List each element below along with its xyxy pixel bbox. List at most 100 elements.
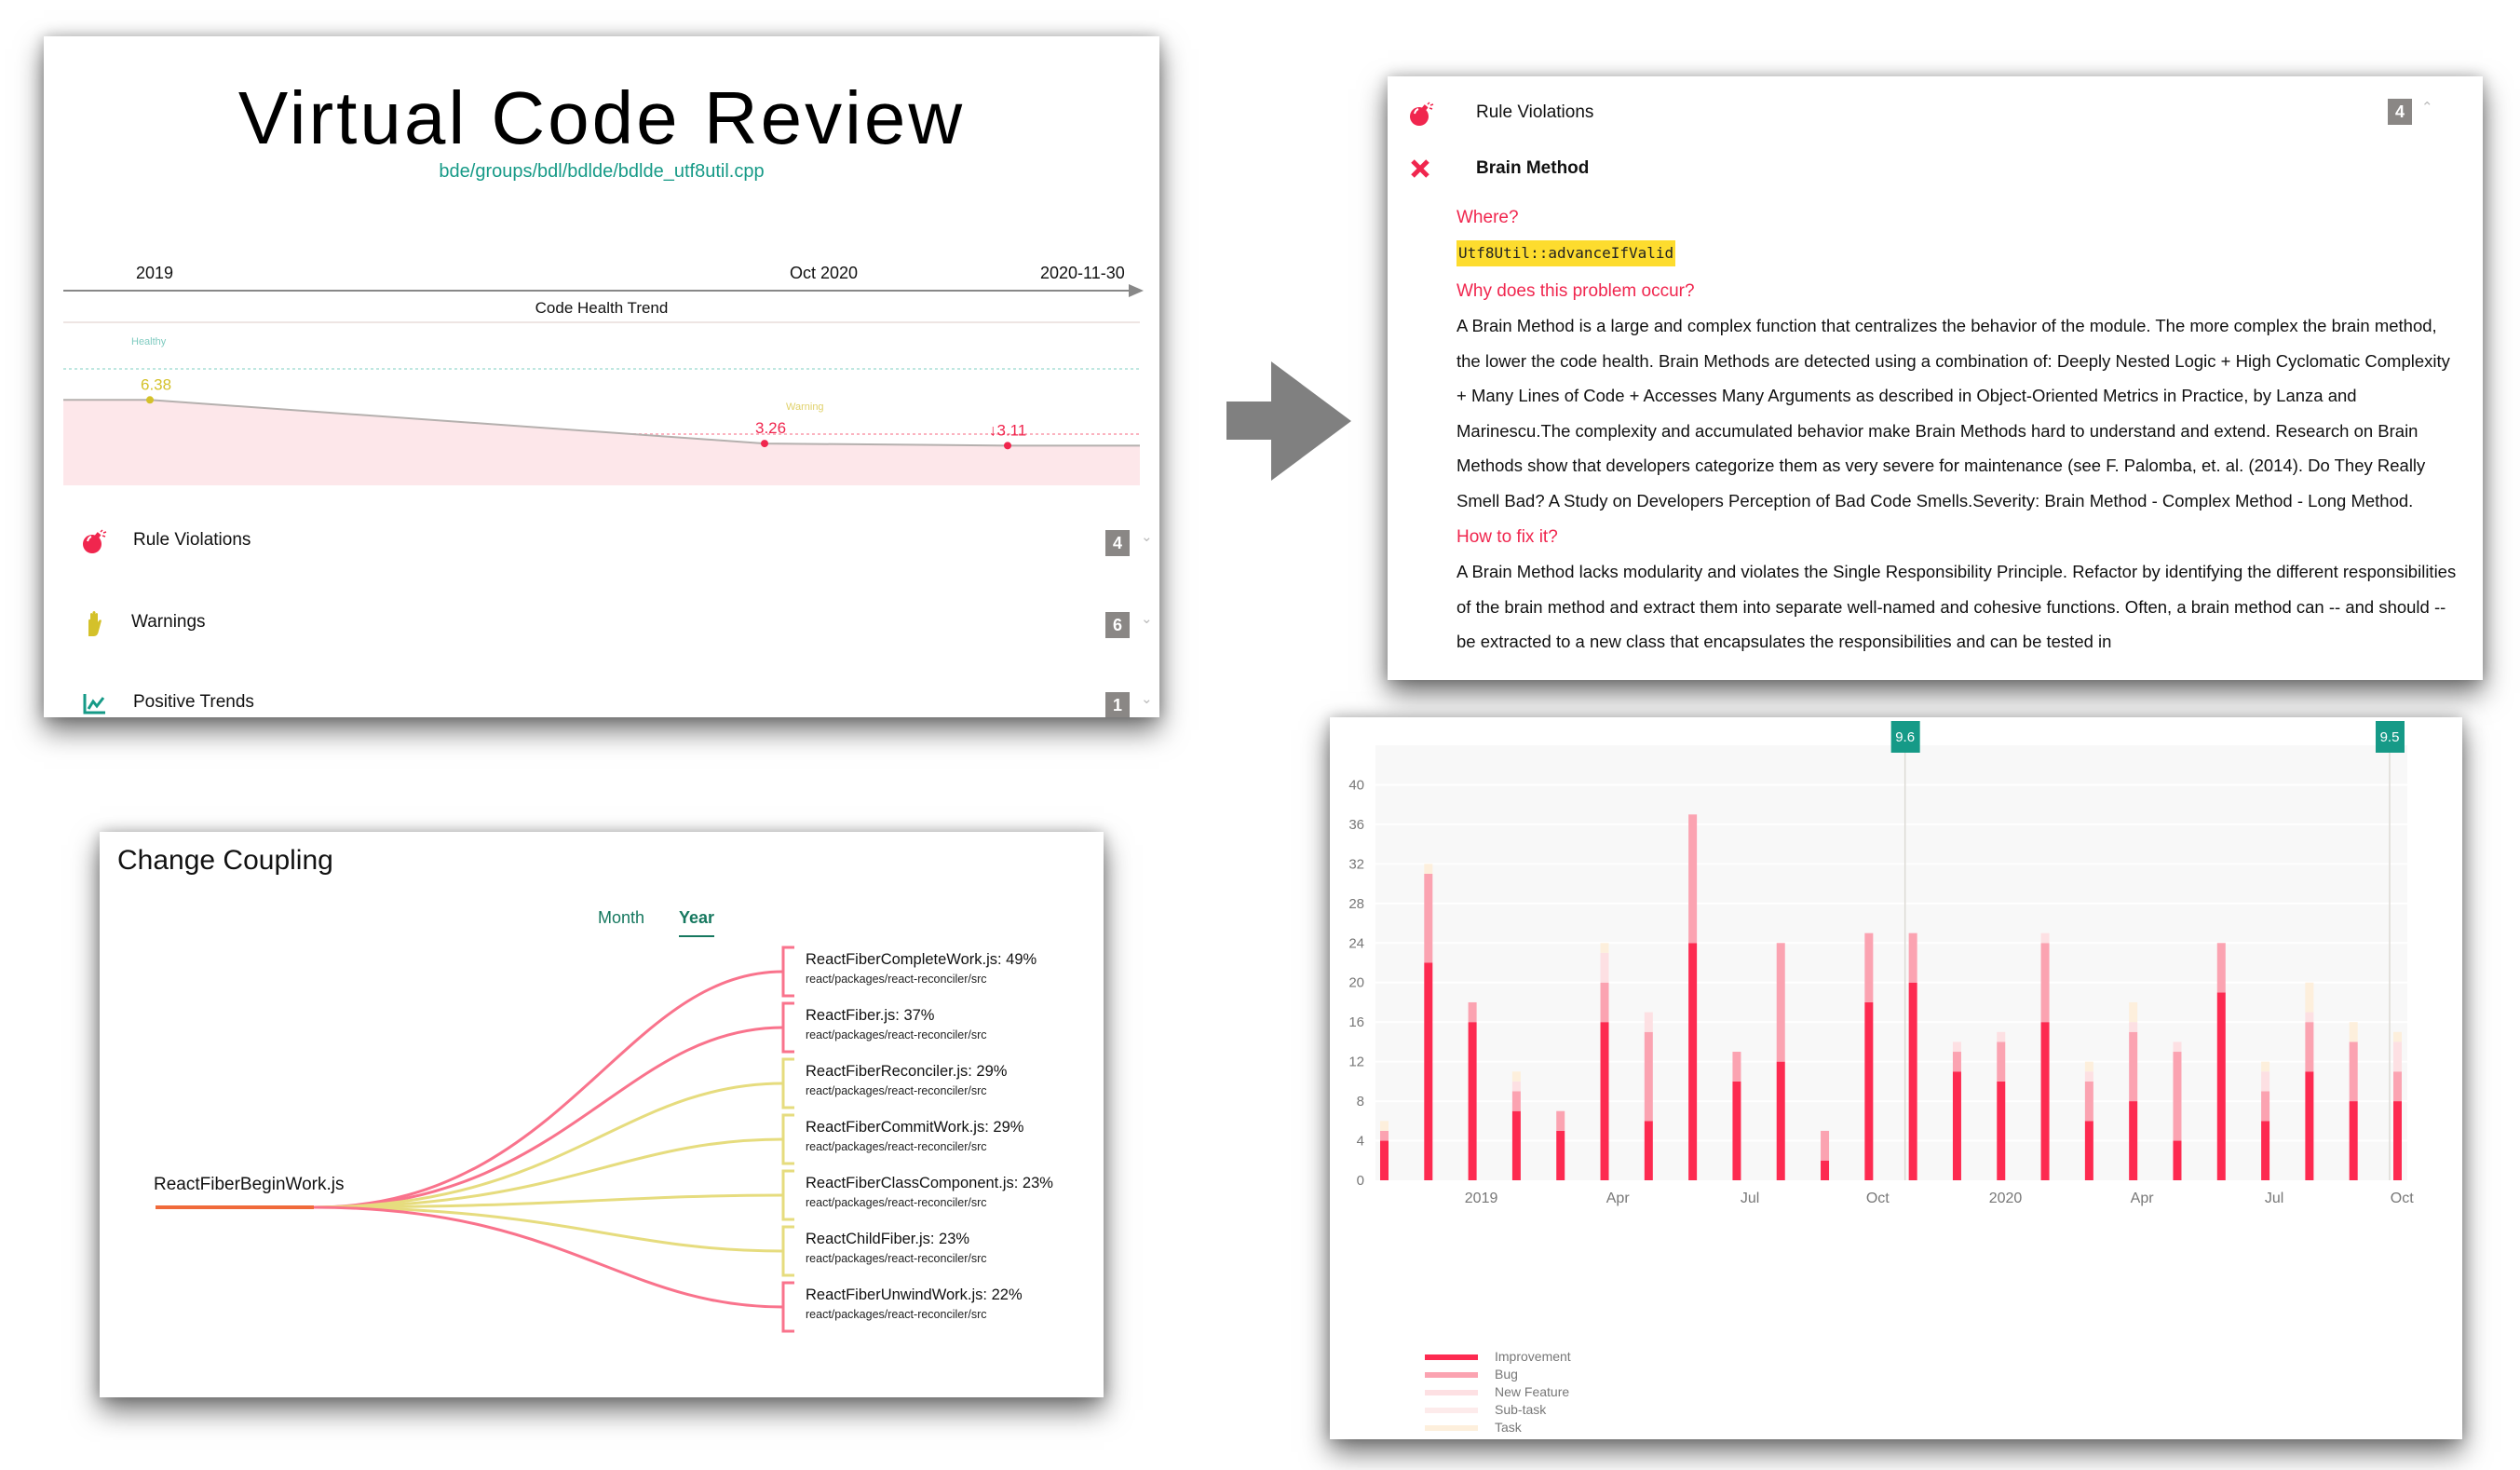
bar-segment-new-feature[interactable] [1644, 1012, 1653, 1032]
coupled-file[interactable]: ReactFiberCommitWork.js: 29% react/packag… [806, 1117, 1094, 1156]
coupling-bracket [781, 1281, 794, 1333]
coupled-file[interactable]: ReactFiberReconciler.js: 29% react/packag… [806, 1061, 1094, 1100]
bar-segment-new-feature[interactable] [2261, 1071, 2270, 1092]
count-badge: 4 [1105, 530, 1130, 556]
bar-segment-bug[interactable] [1908, 932, 1917, 983]
bar-segment-new-feature[interactable] [1600, 952, 1609, 983]
bar-segment-improvement[interactable] [2216, 992, 2226, 1180]
bar-segment-bug[interactable] [2349, 1041, 2358, 1102]
bar-segment-task[interactable] [2305, 982, 2314, 1013]
bar-segment-improvement[interactable] [1380, 1140, 1389, 1180]
bar-segment-bug[interactable] [2393, 1071, 2402, 1102]
bar-segment-improvement[interactable] [1952, 1071, 1961, 1180]
trend-chart-icon [81, 690, 109, 717]
health-point[interactable] [146, 396, 154, 404]
bar-segment-new-feature[interactable] [1952, 1041, 1961, 1053]
bar-segment-new-feature[interactable] [2129, 1022, 2138, 1032]
bar-segment-bug[interactable] [1688, 814, 1698, 944]
bar-segment-bug[interactable] [1380, 1130, 1389, 1141]
rule-brain-method[interactable]: Brain Method [1408, 151, 2460, 188]
bar-segment-improvement[interactable] [1821, 1160, 1830, 1180]
coupled-file-name: ReactFiberCompleteWork.js: 49% [806, 951, 1037, 968]
bar-segment-improvement[interactable] [2305, 1071, 2314, 1180]
bar-segment-improvement[interactable] [1600, 1022, 1609, 1180]
where-code-location[interactable]: Utf8Util::advanceIfValid [1456, 240, 1676, 266]
bar-segment-bug[interactable] [2084, 1081, 2093, 1122]
bar-segment-bug[interactable] [1468, 1001, 1477, 1023]
bar-segment-bug[interactable] [1600, 982, 1609, 1023]
tab-year[interactable]: Year [679, 908, 715, 937]
tab-month[interactable]: Month [598, 908, 644, 928]
bar-segment-improvement[interactable] [2349, 1101, 2358, 1180]
bar-segment-improvement[interactable] [2040, 1022, 2050, 1180]
bar-segment-improvement[interactable] [2129, 1101, 2138, 1180]
bar-segment-bug[interactable] [1732, 1052, 1741, 1082]
bar-segment-new-feature[interactable] [1511, 1081, 1521, 1092]
bar-segment-bug[interactable] [1776, 943, 1785, 1062]
bar-segment-bug[interactable] [1821, 1130, 1830, 1161]
bar-segment-improvement[interactable] [1908, 982, 1917, 1180]
legend-label: Bug [1495, 1367, 1518, 1382]
bar-segment-bug[interactable] [2261, 1091, 2270, 1122]
coupled-file[interactable]: ReactFiberUnwindWork.js: 22% react/packag… [806, 1285, 1094, 1324]
health-point[interactable] [761, 440, 768, 448]
bar-segment-task[interactable] [1511, 1071, 1521, 1082]
bar-segment-task[interactable] [2393, 1031, 2402, 1042]
bar-segment-new-feature[interactable] [2040, 932, 2050, 944]
chevron-down-icon[interactable]: ⌄ [1141, 610, 1153, 627]
bar-segment-improvement[interactable] [1864, 1001, 1874, 1180]
bar-segment-improvement[interactable] [1732, 1081, 1741, 1180]
bar-segment-bug[interactable] [1511, 1091, 1521, 1111]
bar-segment-bug[interactable] [2173, 1052, 2182, 1141]
bar-segment-improvement[interactable] [2173, 1140, 2182, 1180]
bar-segment-bug[interactable] [1644, 1031, 1653, 1122]
chevron-down-icon[interactable]: ⌄ [1141, 690, 1153, 707]
bar-segment-improvement[interactable] [1556, 1130, 1565, 1180]
bar-segment-task[interactable] [1380, 1121, 1389, 1131]
issue-row-warnings[interactable]: Warnings 6 ⌄ [81, 605, 1153, 642]
y-tick-label: 20 [1348, 975, 1364, 991]
bar-segment-bug[interactable] [1997, 1041, 2006, 1082]
health-point[interactable] [1004, 442, 1011, 450]
bar-segment-new-feature[interactable] [2084, 1071, 2093, 1082]
bar-segment-new-feature[interactable] [2173, 1041, 2182, 1053]
bar-segment-bug[interactable] [2040, 943, 2050, 1023]
bar-segment-improvement[interactable] [1688, 943, 1698, 1180]
bar-segment-improvement[interactable] [1468, 1022, 1477, 1180]
bar-segment-task[interactable] [2349, 1022, 2358, 1042]
bar-segment-improvement[interactable] [1511, 1110, 1521, 1180]
bar-segment-bug[interactable] [2305, 1022, 2314, 1072]
bar-segment-task[interactable] [2129, 1001, 2138, 1023]
issue-row-rule-violations[interactable]: Rule Violations 4 ⌄ [81, 523, 1153, 560]
bar-segment-bug[interactable] [1952, 1052, 1961, 1072]
bar-segment-task[interactable] [1424, 864, 1433, 874]
coupled-file[interactable]: ReactChildFiber.js: 23% react/packages/re… [806, 1229, 1094, 1268]
bar-segment-improvement[interactable] [2084, 1121, 2093, 1180]
bar-segment-task[interactable] [2261, 1061, 2270, 1072]
coupled-file[interactable]: ReactFiber.js: 37% react/packages/react-r… [806, 1005, 1094, 1044]
rule-violations-header[interactable]: Rule Violations 4 ⌃ [1408, 95, 2460, 132]
bar-segment-bug[interactable] [1864, 932, 1874, 1002]
bar-segment-new-feature[interactable] [1997, 1031, 2006, 1042]
file-path-link[interactable]: bde/groups/bdl/bdlde/bdlde_utf8util.cpp [44, 161, 1159, 183]
bar-segment-bug[interactable] [1424, 873, 1433, 963]
bar-segment-new-feature[interactable] [2305, 1012, 2314, 1023]
bar-segment-improvement[interactable] [1776, 1061, 1785, 1180]
bar-segment-task[interactable] [2084, 1061, 2093, 1072]
chevron-down-icon[interactable]: ⌄ [1141, 528, 1153, 545]
coupled-file[interactable]: ReactFiberClassComponent.js: 23% react/pa… [806, 1173, 1094, 1212]
bar-segment-bug[interactable] [2216, 943, 2226, 993]
bar-segment-bug[interactable] [1556, 1110, 1565, 1131]
bar-segment-bug[interactable] [2129, 1031, 2138, 1102]
bar-segment-improvement[interactable] [2261, 1121, 2270, 1180]
bar-segment-new-feature[interactable] [2393, 1041, 2402, 1072]
coupled-file-name: ReactFiberClassComponent.js: 23% [806, 1175, 1053, 1191]
bar-segment-improvement[interactable] [2393, 1101, 2402, 1180]
bar-segment-task[interactable] [1600, 943, 1609, 953]
coupled-file[interactable]: ReactFiberCompleteWork.js: 49% react/pack… [806, 949, 1094, 988]
bar-segment-improvement[interactable] [1644, 1121, 1653, 1180]
bar-segment-improvement[interactable] [1997, 1081, 2006, 1180]
issue-row-positive-trends[interactable]: Positive Trends 1 ⌄ [81, 685, 1153, 717]
bar-segment-improvement[interactable] [1424, 962, 1433, 1181]
chevron-up-icon[interactable]: ⌃ [2421, 99, 2433, 116]
